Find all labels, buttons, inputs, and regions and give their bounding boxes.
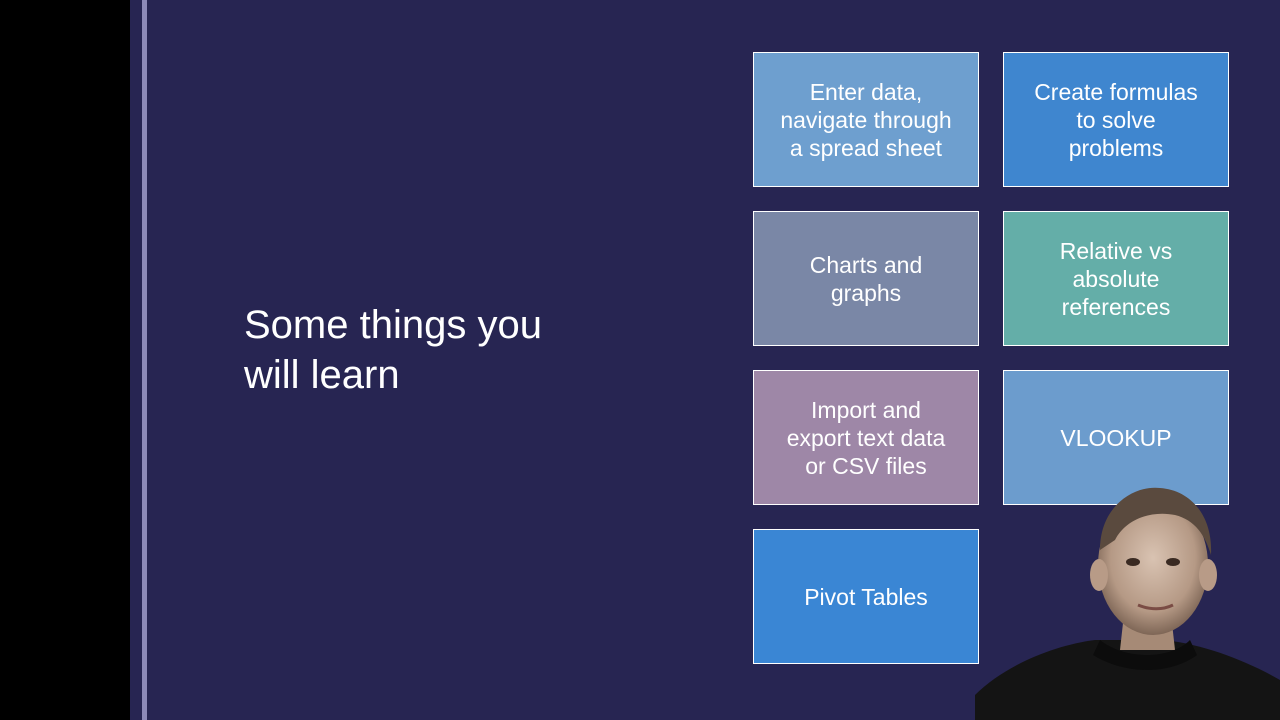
tile-pivot-tables: Pivot Tables (753, 529, 979, 664)
tile-enter-data: Enter data, navigate through a spread sh… (753, 52, 979, 187)
presenter-webcam-overlay (975, 480, 1280, 720)
accent-line (142, 0, 147, 720)
tile-label: Pivot Tables (804, 583, 928, 610)
tile-label: VLOOKUP (1060, 424, 1172, 451)
tile-label: Relative vs absolute references (1059, 237, 1173, 320)
tile-label: Charts and graphs (809, 251, 923, 306)
tile-create-formulas: Create formulas to solve problems (1003, 52, 1229, 187)
tile-label: Enter data, navigate through a spread sh… (780, 78, 952, 161)
tile-relative-absolute: Relative vs absolute references (1003, 211, 1229, 346)
slide-title-text: Some things you will learn (244, 303, 542, 397)
tile-charts-graphs: Charts and graphs (753, 211, 979, 346)
tile-label: Create formulas to solve problems (1034, 78, 1198, 161)
slide-title: Some things you will learn (244, 300, 664, 400)
tile-import-export: Import and export text data or CSV files (753, 370, 979, 505)
left-black-bar (0, 0, 130, 720)
tile-label: Import and export text data or CSV files (786, 396, 946, 479)
presenter-silhouette (975, 487, 1280, 720)
